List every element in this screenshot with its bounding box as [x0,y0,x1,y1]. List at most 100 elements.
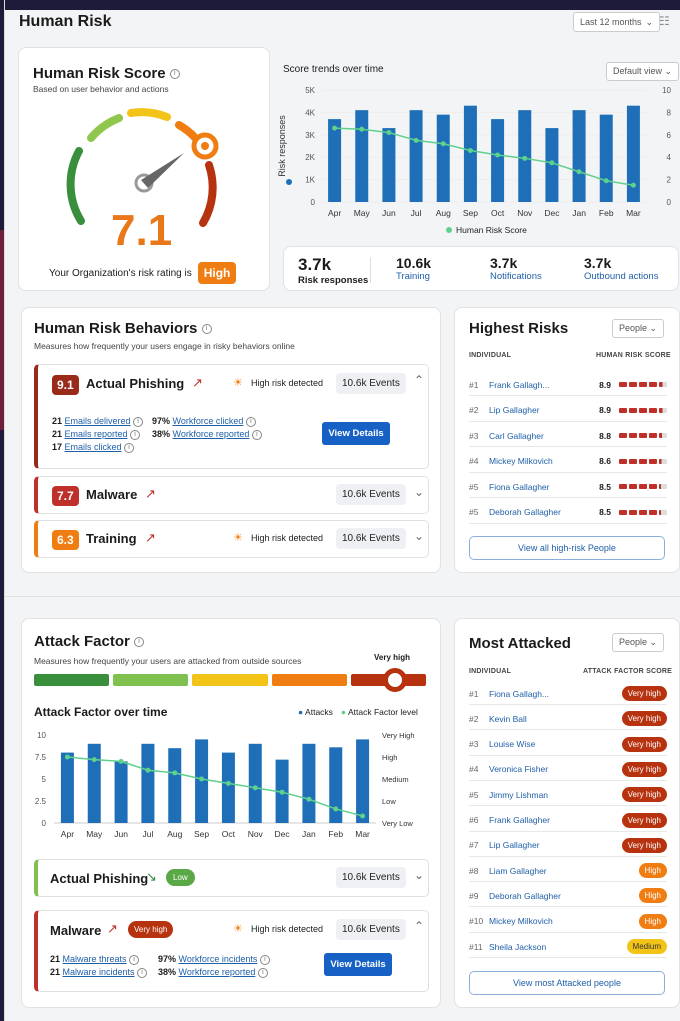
person-name[interactable]: Deborah Gallagher [489,891,639,901]
risk-row[interactable]: #3 Carl Gallagher 8.8 [469,425,667,447]
attack-level-badge: Very high [621,711,667,727]
info-icon[interactable]: i [169,69,180,80]
person-name[interactable]: Frank Gallagher [489,815,622,825]
chevron-down-icon[interactable]: ⌄ [414,868,424,882]
person-name[interactable]: Louise Wise [489,739,622,749]
attacked-row[interactable]: #6 Frank Gallagher Very high [469,810,667,832]
risk-row[interactable]: #5 Deborah Gallagher 8.5 [469,502,667,524]
chevron-up-icon[interactable]: ⌃ [414,373,424,387]
attacked-row[interactable]: #8 Liam Gallagher High [469,860,667,883]
malware-events[interactable]: 10.6k Events [336,484,406,505]
attacked-row[interactable]: #5 Jimmy Lishman Very high [469,784,667,807]
attack-level-badge: Very high [621,686,667,701]
person-name[interactable]: Fiona Gallagh... [489,689,622,699]
risk-row[interactable]: #5 Fiona Gallagher 8.5 [469,476,667,498]
x-tick-label: Oct [491,208,505,218]
y-tick-label: 7.5 [35,753,47,762]
risk-row[interactable]: #2 Lip Gallagher 8.9 [469,400,667,422]
attacked-row[interactable]: #7 Lip Gallagher Very high [469,835,667,857]
rank: #4 [469,764,479,775]
person-name[interactable]: Mickey Milkovich [489,456,599,466]
phishing-events[interactable]: 10.6k Events [336,373,406,394]
info-icon[interactable]: i [257,967,268,978]
view-details-button[interactable]: View Details [324,953,392,976]
score-bars [619,433,667,438]
stat-notifications-label[interactable]: Notifications [490,271,542,282]
person-name[interactable]: Mickey Milkovich [489,916,639,926]
score-segment [629,433,637,438]
info-icon[interactable]: i [134,637,145,648]
person-name[interactable]: Veronica Fisher [489,764,622,774]
person-name[interactable]: Lip Gallagher [489,405,599,415]
view-select[interactable]: Default view ⌄ [606,62,680,81]
score-segment [649,382,657,387]
behavior-training[interactable]: 6.3 Training ↗ ☀ High risk detected 10.6… [34,520,429,558]
bar [382,128,396,202]
attacked-row[interactable]: #1 Fiona Gallagh... Very high [469,683,667,705]
attacked-row[interactable]: #3 Louise Wise Very high [469,734,667,756]
period-label: Last 12 months [580,17,642,27]
settings-icon[interactable]: ☷ [659,14,670,28]
risk-row[interactable]: #4 Mickey Milkovich 8.6 [469,451,667,473]
info-icon[interactable]: i [251,429,262,440]
person-name[interactable]: Lip Gallagher [489,840,622,850]
info-icon[interactable]: i [259,954,270,965]
people-filter[interactable]: People ⌄ [612,319,665,338]
person-name[interactable]: Jimmy Lishman [489,790,622,800]
malware-stat-link[interactable]: Malware incidents [63,967,135,977]
stat-outbound-value: 3.7k [584,255,612,271]
person-name[interactable]: Liam Gallagher [489,866,639,876]
person-name[interactable]: Sheila Jackson [489,942,627,952]
info-icon[interactable]: i [137,967,148,978]
line-point [332,125,338,131]
attack-phishing-events[interactable]: 10.6k Events [336,867,406,888]
malware-stat-link[interactable]: Malware threats [63,954,127,964]
attack-level-badge: High [638,888,667,904]
stat-training-label[interactable]: Training [396,271,431,282]
training-events[interactable]: 10.6k Events [336,528,406,549]
info-icon[interactable]: i [245,416,256,427]
attacked-row[interactable]: #4 Veronica Fisher Very high [469,759,667,781]
bar [221,752,235,823]
person-name[interactable]: Kevin Ball [489,714,622,724]
period-select[interactable]: Last 12 months ⌄ [573,12,661,32]
attacked-row[interactable]: #9 Deborah Gallagher High [469,885,667,908]
attack-item-phishing[interactable]: Actual Phishing ↘ Low 10.6k Events ⌄ [34,859,429,897]
line-point [549,160,555,166]
y-axis-label: Risk responses [277,115,287,177]
info-icon[interactable]: i [201,324,212,335]
x-tick-label: Aug [167,829,182,839]
attacked-row[interactable]: #10 Mickey Milkovich High [469,911,667,933]
people-filter[interactable]: People ⌄ [612,633,665,652]
chevron-down-icon[interactable]: ⌄ [414,529,424,543]
phish-stat-link[interactable]: Workforce reported [173,429,250,439]
person-name[interactable]: Fiona Gallagher [489,482,599,492]
phish-stat-link[interactable]: Emails reported [65,429,128,439]
person-name[interactable]: Frank Gallagh... [489,380,599,390]
view-attacked-button[interactable]: View most Attacked people [469,971,665,995]
malware-stat-link[interactable]: Workforce reported [179,967,256,977]
stat-outbound-label[interactable]: Outbound actions [584,271,658,282]
attacked-row[interactable]: #11 Sheila Jackson Medium [469,936,667,958]
behavior-malware[interactable]: 7.7 Malware ↗ 10.6k Events ⌄ [34,476,429,514]
risk-row[interactable]: #1 Frank Gallagh... 8.9 [469,374,667,396]
view-details-button[interactable]: View Details [322,422,390,445]
attack-level-badge: High [638,863,667,879]
info-icon[interactable]: i [130,429,141,440]
person-name[interactable]: Carl Gallagher [489,431,599,441]
person-name[interactable]: Deborah Gallagher [489,507,599,517]
phish-stat-link[interactable]: Emails delivered [65,416,131,426]
info-icon[interactable]: i [129,954,140,965]
view-high-risk-button[interactable]: View all high-risk People [469,536,665,560]
malware-stat-link[interactable]: Workforce incidents [179,954,258,964]
info-icon[interactable]: i [124,442,135,453]
attack-malware-events[interactable]: 10.6k Events [336,919,406,940]
attacked-row[interactable]: #2 Kevin Ball Very high [469,708,667,731]
chevron-up-icon[interactable]: ⌃ [414,919,424,933]
trend-chart: Risk responses 0 0 1K 2 2K 4 3K 6 4K 8 5K 10 Apr May Ju… [277,86,672,235]
chevron-down-icon[interactable]: ⌄ [414,485,424,499]
info-icon[interactable]: i [133,416,144,427]
phish-stat-link[interactable]: Emails clicked [65,442,122,452]
phish-stat-link[interactable]: Workforce clicked [173,416,244,426]
x-tick-label: May [354,208,371,218]
